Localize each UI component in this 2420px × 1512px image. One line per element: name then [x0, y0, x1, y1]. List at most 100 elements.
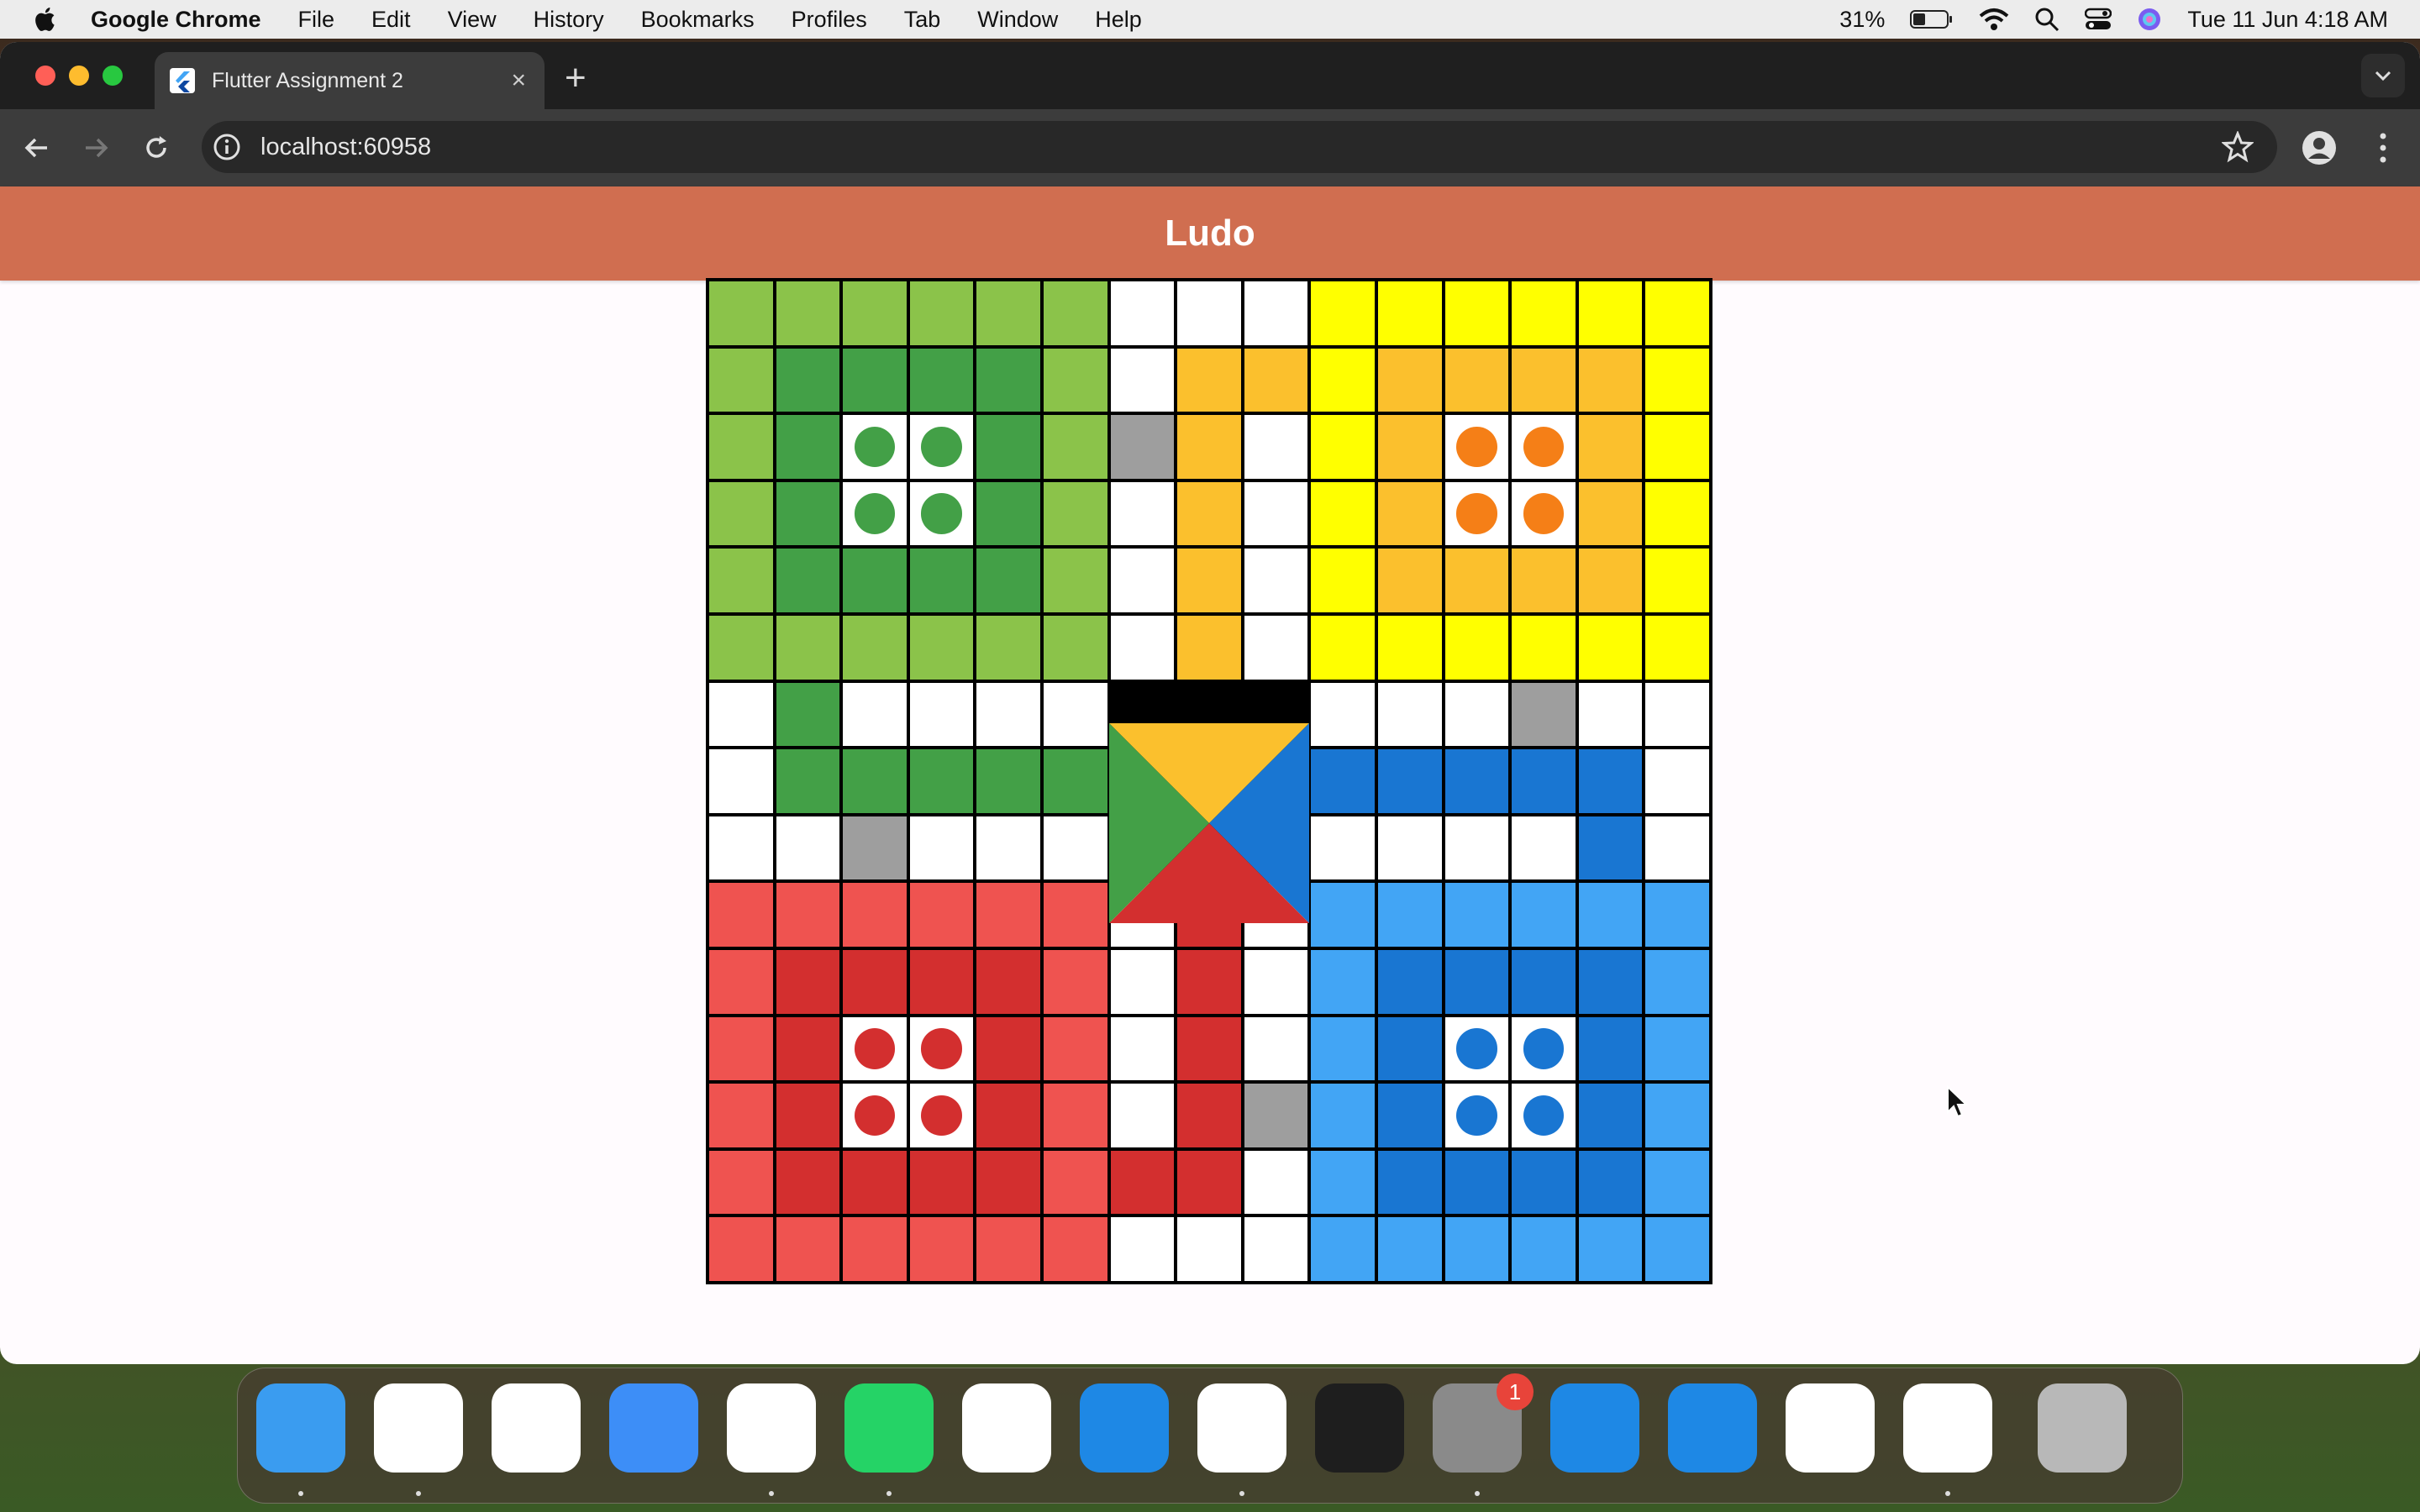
- board-cell[interactable]: [1444, 1016, 1509, 1081]
- board-cell[interactable]: [843, 1084, 907, 1147]
- board-cell[interactable]: [1244, 281, 1308, 345]
- minimize-window-button[interactable]: [69, 66, 89, 86]
- board-cell[interactable]: [843, 1016, 907, 1081]
- board-cell[interactable]: [1444, 749, 1509, 813]
- board-cell[interactable]: [843, 1217, 907, 1281]
- board-cell[interactable]: [843, 549, 907, 612]
- board-cell[interactable]: [1444, 1084, 1509, 1147]
- board-cell[interactable]: [1244, 415, 1308, 479]
- terminal-icon[interactable]: [1315, 1383, 1404, 1473]
- profile-icon[interactable]: [2301, 129, 2338, 166]
- board-cell[interactable]: [1043, 1084, 1107, 1147]
- board-cell[interactable]: [1645, 949, 1709, 1014]
- board-cell[interactable]: [1512, 1084, 1576, 1147]
- wifi-icon[interactable]: [1979, 8, 2009, 31]
- board-cell[interactable]: [1311, 1016, 1375, 1081]
- board-cell[interactable]: [976, 615, 1040, 680]
- board-cell[interactable]: [843, 615, 907, 680]
- board-cell[interactable]: [1578, 549, 1643, 612]
- board-cell[interactable]: [1578, 1016, 1643, 1081]
- board-cell[interactable]: [1512, 749, 1576, 813]
- board-cell[interactable]: [709, 749, 773, 813]
- board-cell[interactable]: [909, 883, 974, 947]
- board-cell[interactable]: [909, 949, 974, 1014]
- board-cell[interactable]: [1377, 1150, 1442, 1215]
- board-cell[interactable]: [1177, 949, 1241, 1014]
- board-cell[interactable]: [709, 1217, 773, 1281]
- ludo-token[interactable]: [1523, 426, 1565, 468]
- board-cell[interactable]: [1377, 481, 1442, 546]
- board-cell[interactable]: [843, 1150, 907, 1215]
- board-cell[interactable]: [1377, 949, 1442, 1014]
- board-cell[interactable]: [776, 749, 840, 813]
- board-cell[interactable]: [976, 949, 1040, 1014]
- photos-icon[interactable]: [962, 1383, 1051, 1473]
- board-cell[interactable]: [709, 949, 773, 1014]
- board-cell[interactable]: [1444, 549, 1509, 612]
- app-store-icon[interactable]: [1080, 1383, 1169, 1473]
- board-cell[interactable]: [1043, 883, 1107, 947]
- ludo-token[interactable]: [921, 1095, 962, 1137]
- board-cell[interactable]: [1444, 1217, 1509, 1281]
- board-cell[interactable]: [709, 281, 773, 345]
- board-cell[interactable]: [1377, 348, 1442, 412]
- board-cell[interactable]: [909, 481, 974, 546]
- board-cell[interactable]: [709, 1016, 773, 1081]
- board-cell[interactable]: [1377, 749, 1442, 813]
- board-cell[interactable]: [1645, 1150, 1709, 1215]
- board-cell[interactable]: [1311, 415, 1375, 479]
- board-cell[interactable]: [843, 481, 907, 546]
- board-cell[interactable]: [776, 549, 840, 612]
- board-cell[interactable]: [1244, 949, 1308, 1014]
- board-cell[interactable]: [1244, 481, 1308, 546]
- board-cell[interactable]: [1177, 481, 1241, 546]
- board-cell[interactable]: [1110, 1084, 1175, 1147]
- board-cell[interactable]: [1311, 1217, 1375, 1281]
- board-cell[interactable]: [976, 816, 1040, 880]
- board-cell[interactable]: [1512, 481, 1576, 546]
- board-cell[interactable]: [1177, 415, 1241, 479]
- board-cell[interactable]: [709, 682, 773, 747]
- board-cell[interactable]: [1444, 682, 1509, 747]
- board-cell[interactable]: [1311, 481, 1375, 546]
- board-cell[interactable]: [1578, 348, 1643, 412]
- board-cell[interactable]: [1311, 281, 1375, 345]
- board-cell[interactable]: [843, 749, 907, 813]
- board-cell[interactable]: [1377, 549, 1442, 612]
- board-cell[interactable]: [1244, 1217, 1308, 1281]
- finder-icon[interactable]: [256, 1383, 345, 1473]
- board-cell[interactable]: [1110, 949, 1175, 1014]
- board-cell[interactable]: [776, 949, 840, 1014]
- board-cell[interactable]: [976, 348, 1040, 412]
- board-cell[interactable]: [1444, 281, 1509, 345]
- board-cell[interactable]: [1311, 682, 1375, 747]
- board-cell[interactable]: [1645, 749, 1709, 813]
- board-cell[interactable]: [1377, 1217, 1442, 1281]
- board-cell[interactable]: [776, 1084, 840, 1147]
- board-cell[interactable]: [1444, 615, 1509, 680]
- reload-icon[interactable]: [139, 131, 173, 165]
- ludo-token[interactable]: [1456, 426, 1497, 468]
- board-cell[interactable]: [1645, 816, 1709, 880]
- board-cell[interactable]: [1578, 615, 1643, 680]
- ludo-token[interactable]: [921, 493, 962, 534]
- ludo-token[interactable]: [921, 426, 962, 468]
- battery-icon[interactable]: [1910, 9, 1954, 29]
- board-cell[interactable]: [909, 1016, 974, 1081]
- board-cell[interactable]: [709, 883, 773, 947]
- board-cell[interactable]: [1578, 1084, 1643, 1147]
- board-cell[interactable]: [909, 1150, 974, 1215]
- board-cell[interactable]: [909, 281, 974, 345]
- board-cell[interactable]: [909, 749, 974, 813]
- board-cell[interactable]: [1512, 1150, 1576, 1215]
- board-cell[interactable]: [1110, 348, 1175, 412]
- board-cell[interactable]: [1377, 281, 1442, 345]
- board-cell[interactable]: [709, 1084, 773, 1147]
- board-cell[interactable]: [1110, 615, 1175, 680]
- address-bar[interactable]: localhost:60958: [202, 121, 2277, 173]
- board-cell[interactable]: [776, 281, 840, 345]
- board-cell[interactable]: [1578, 883, 1643, 947]
- url-text[interactable]: localhost:60958: [260, 134, 2222, 161]
- board-cell[interactable]: [1043, 281, 1107, 345]
- board-cell[interactable]: [976, 415, 1040, 479]
